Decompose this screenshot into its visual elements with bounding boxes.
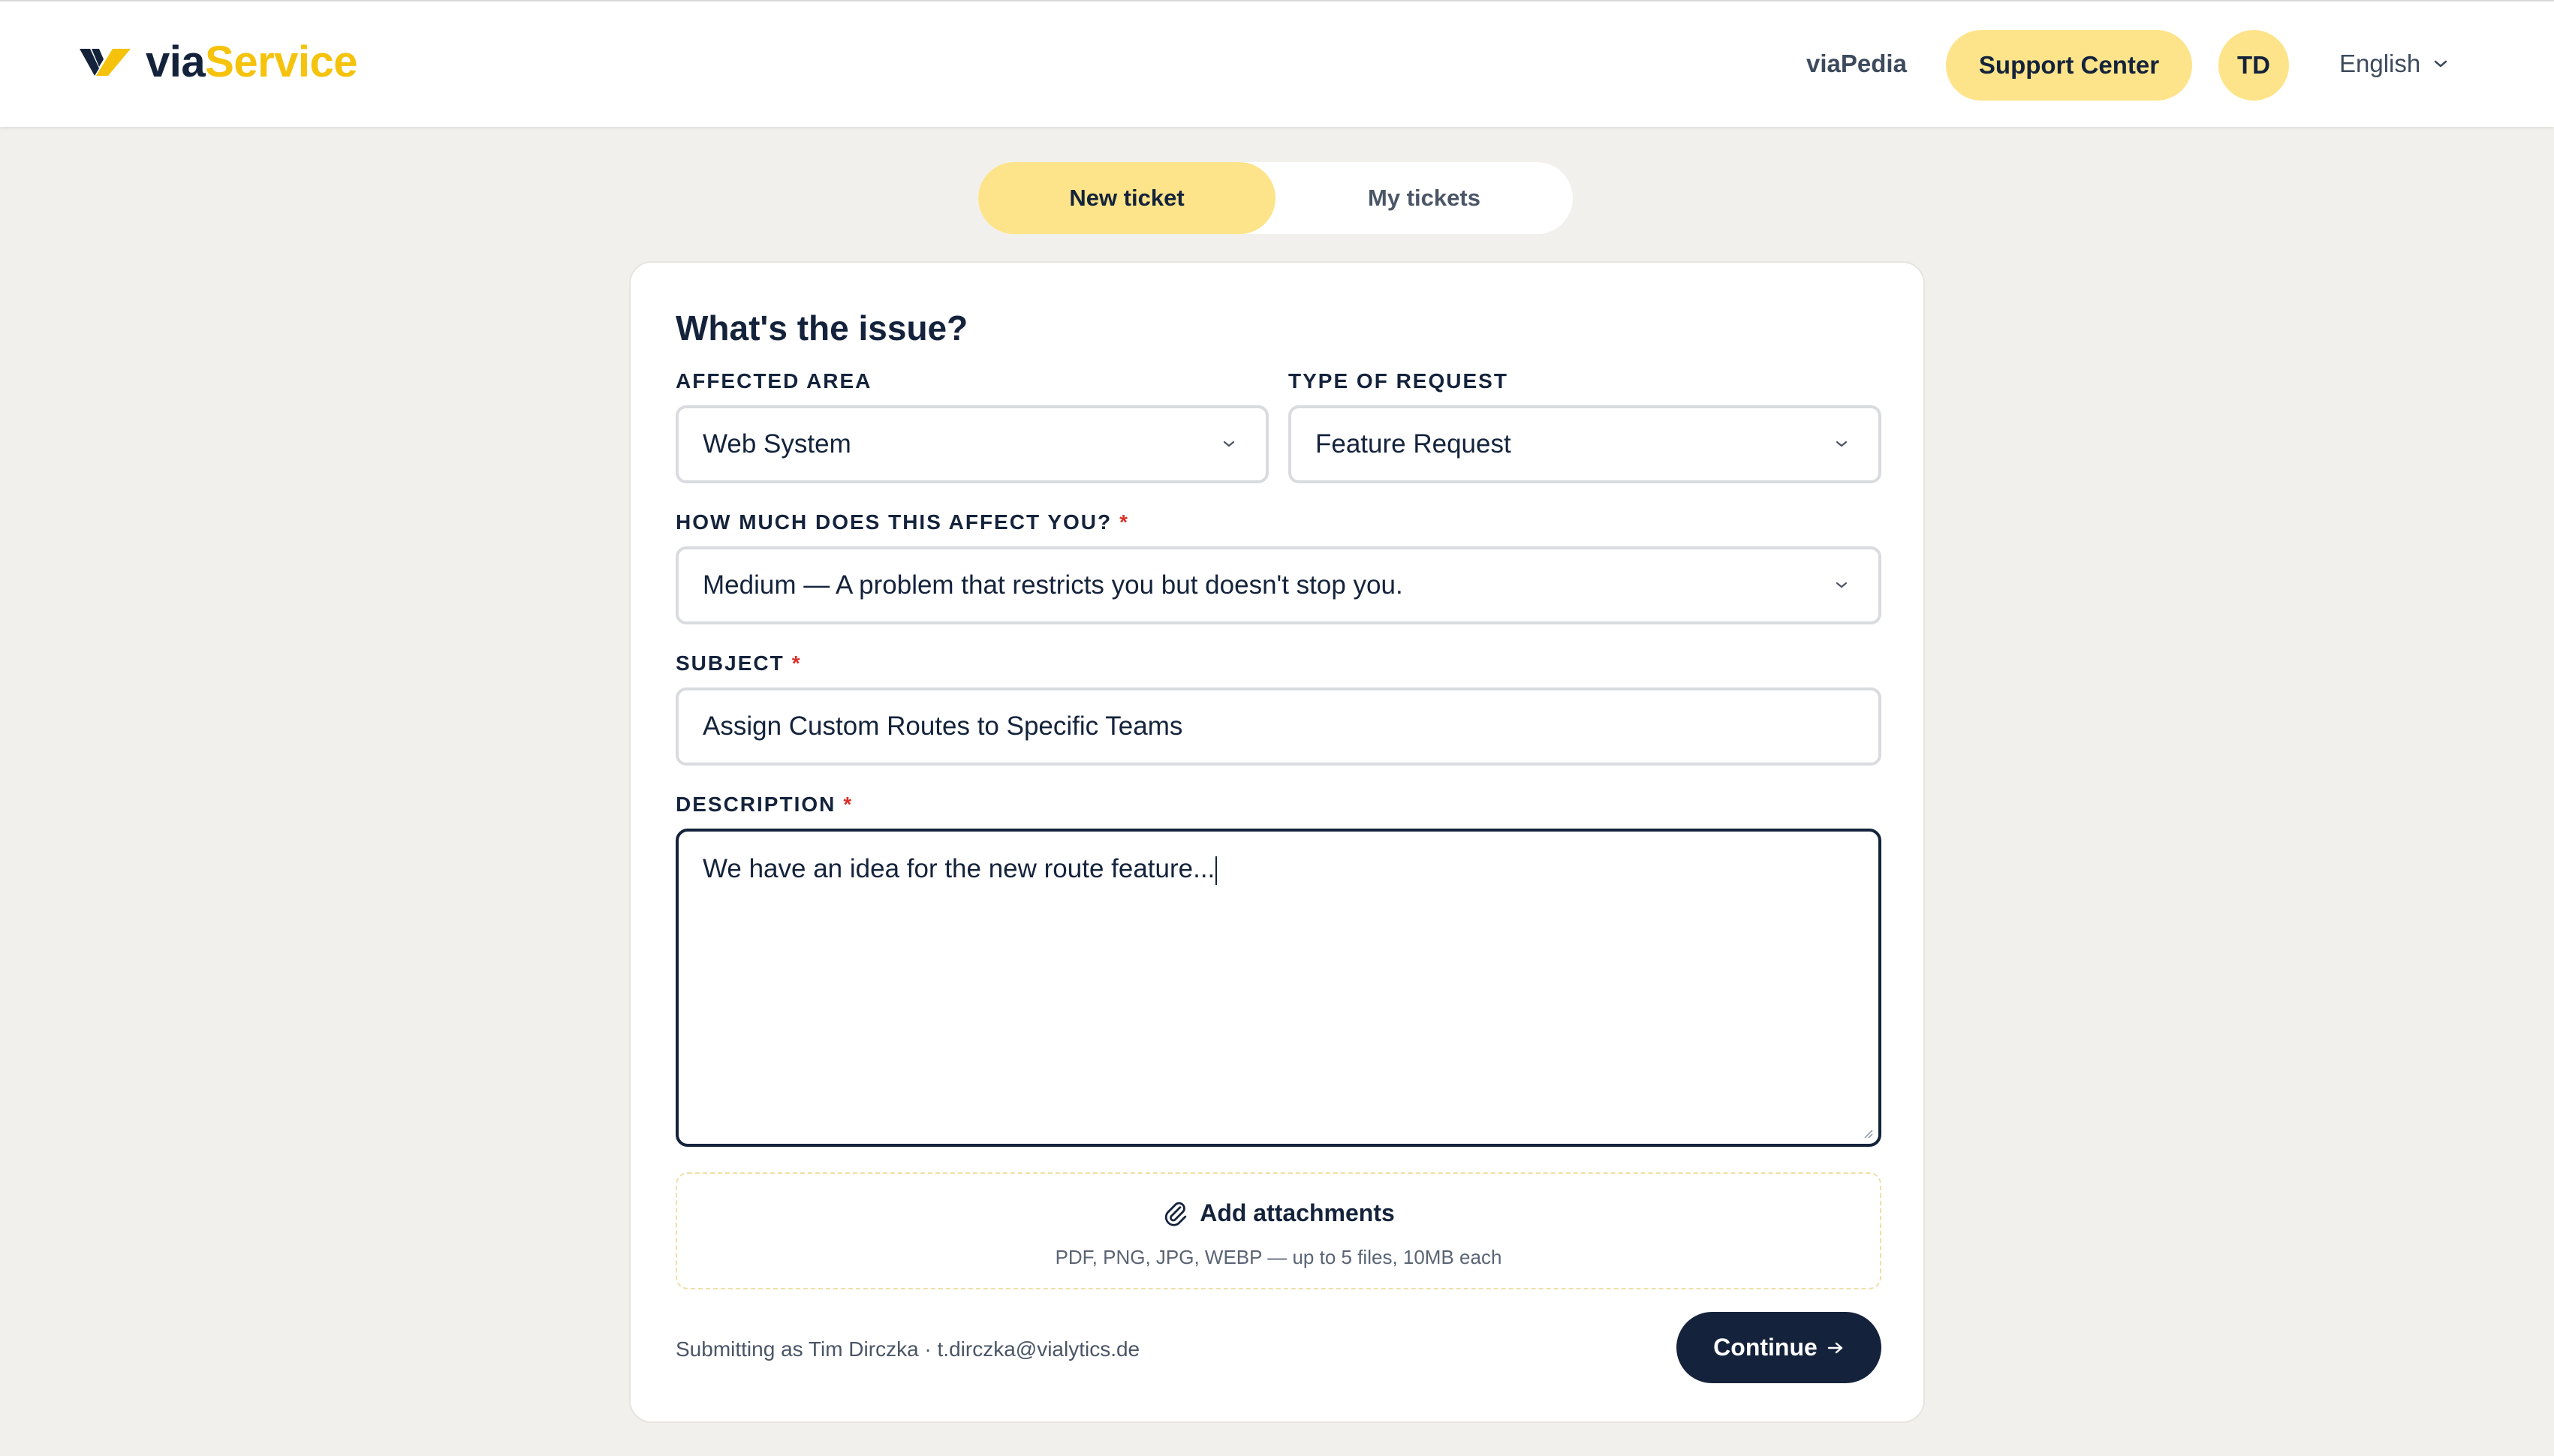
new-ticket-form-card: What's the issue? AFFECTED AREA Web Syst…	[629, 261, 1925, 1423]
impact-label: HOW MUCH DOES THIS AFFECT YOU? *	[676, 510, 1130, 534]
brand-wordmark: viaService	[146, 38, 358, 86]
continue-label: Continue	[1713, 1334, 1818, 1361]
impact-value: Medium — A problem that restricts you bu…	[703, 570, 1403, 600]
request-type-label: TYPE OF REQUEST	[1288, 369, 1508, 393]
brand-logo-icon	[80, 49, 131, 76]
support-center-button[interactable]: Support Center	[1946, 30, 2192, 101]
viapedia-link[interactable]: viaPedia	[1806, 50, 1907, 78]
subject-label: SUBJECT *	[676, 651, 802, 675]
form-heading: What's the issue?	[676, 308, 968, 347]
add-attachments-label: Add attachments	[1200, 1199, 1395, 1226]
language-label: English	[2339, 50, 2421, 77]
required-asterisk: *	[791, 651, 802, 675]
language-selector[interactable]: English	[2339, 50, 2449, 78]
chevron-down-icon	[1836, 441, 1848, 447]
description-value: We have an idea for the new route featur…	[703, 854, 1215, 883]
chevron-down-icon	[1836, 582, 1848, 588]
attachments-dropzone[interactable]: Add attachments PDF, PNG, JPG, WEBP — up…	[676, 1172, 1881, 1289]
ticket-tabs: New ticket My tickets	[978, 162, 1573, 234]
chevron-down-icon	[1223, 441, 1235, 447]
description-textarea[interactable]: We have an idea for the new route featur…	[676, 829, 1881, 1147]
brand-logo[interactable]: viaService	[80, 36, 358, 89]
impact-select[interactable]: Medium — A problem that restricts you bu…	[676, 546, 1881, 624]
top-navigation-bar: viaService viaPedia Support Center TD En…	[0, 0, 2554, 127]
text-cursor	[1215, 856, 1218, 885]
chevron-down-icon	[2434, 60, 2447, 68]
subject-input[interactable]: Assign Custom Routes to Specific Teams	[676, 687, 1881, 766]
tab-my-tickets[interactable]: My tickets	[1275, 162, 1573, 234]
add-attachments-button[interactable]: Add attachments	[677, 1199, 1880, 1227]
affected-area-select[interactable]: Web System	[676, 405, 1269, 483]
affected-area-value: Web System	[703, 429, 851, 459]
description-label: DESCRIPTION *	[676, 793, 854, 816]
tab-new-ticket[interactable]: New ticket	[978, 162, 1275, 234]
submitter-info: Submitting as Tim Dirczka · t.dirczka@vi…	[676, 1337, 1140, 1361]
continue-button[interactable]: Continue	[1676, 1312, 1881, 1383]
required-asterisk: *	[843, 793, 854, 816]
request-type-select[interactable]: Feature Request	[1288, 405, 1881, 483]
attachments-hint: PDF, PNG, JPG, WEBP — up to 5 files, 10M…	[1055, 1246, 1502, 1268]
subject-value: Assign Custom Routes to Specific Teams	[703, 711, 1183, 741]
required-asterisk: *	[1119, 510, 1130, 534]
arrow-right-icon	[1827, 1342, 1843, 1353]
paperclip-icon	[1165, 1202, 1187, 1226]
user-avatar[interactable]: TD	[2218, 30, 2289, 101]
affected-area-label: AFFECTED AREA	[676, 369, 872, 393]
request-type-value: Feature Request	[1315, 429, 1511, 459]
resize-handle-icon[interactable]	[1862, 1127, 1874, 1139]
